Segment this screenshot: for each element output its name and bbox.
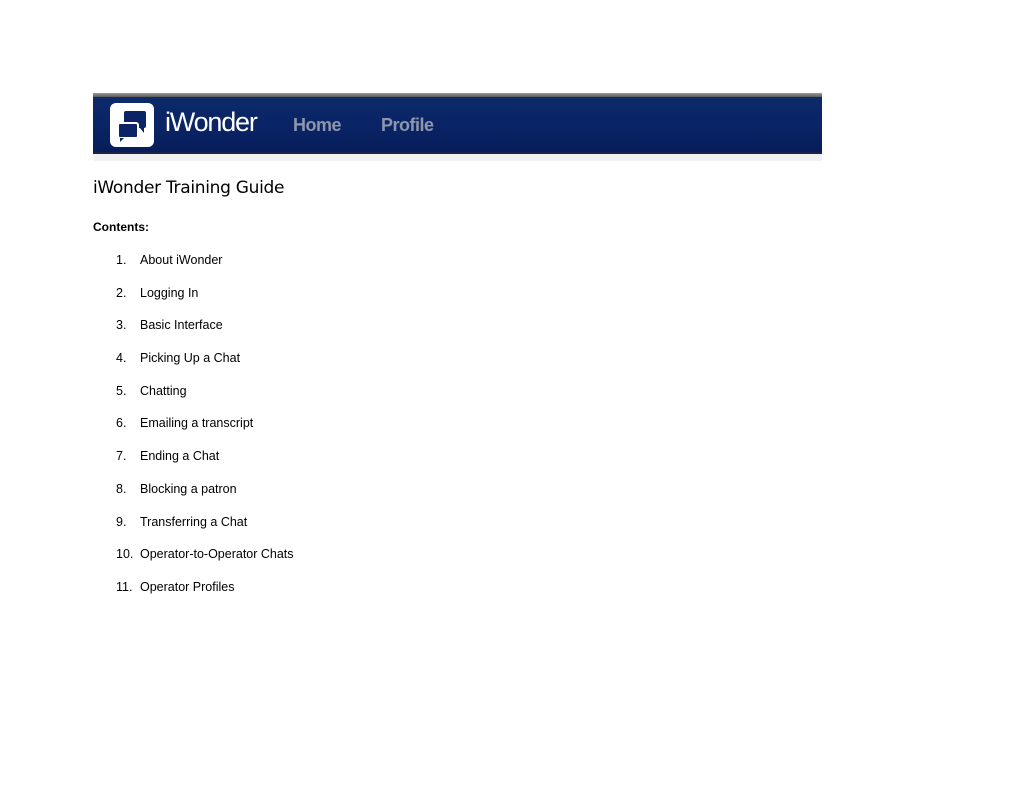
toc-number: 8. (116, 481, 127, 496)
toc-number: 11. (116, 579, 133, 594)
toc-item: 2. Logging In (116, 286, 294, 319)
toc-label[interactable]: Picking Up a Chat (140, 351, 240, 384)
toc-label[interactable]: Operator Profiles (140, 580, 234, 613)
toc-item: 9. Transferring a Chat (116, 515, 294, 548)
brand-name: iWonder (165, 107, 258, 137)
toc-number: 3. (116, 318, 127, 333)
toc-number: 2. (116, 285, 127, 300)
banner-shadow (93, 154, 822, 161)
toc-number: 5. (116, 383, 127, 398)
toc-label[interactable]: Logging In (140, 286, 198, 319)
toc-item: 3. Basic Interface (116, 318, 294, 351)
iwonder-banner-image: iWonder Home Profile (93, 93, 822, 161)
toc-number: 10. (116, 547, 134, 562)
toc-label[interactable]: Basic Interface (140, 318, 223, 351)
toc-item: 5. Chatting (116, 384, 294, 417)
toc-number: 6. (116, 416, 127, 431)
contents-heading: Contents: (93, 220, 149, 234)
toc-label[interactable]: Ending a Chat (140, 449, 219, 482)
nav-profile[interactable]: Profile (381, 115, 434, 136)
table-of-contents: 1. About iWonder 2. Logging In 3. Basic Int… (116, 253, 294, 613)
toc-number: 7. (116, 449, 127, 464)
nav-home[interactable]: Home (293, 115, 342, 136)
toc-label[interactable]: About iWonder (140, 253, 222, 286)
toc-label[interactable]: Blocking a patron (140, 482, 237, 515)
chat-bubbles-logo-icon (110, 103, 154, 147)
toc-label[interactable]: Operator-to-Operator Chats (140, 547, 294, 580)
toc-item: 11. Operator Profiles (116, 580, 294, 613)
toc-item: 6. Emailing a transcript (116, 416, 294, 449)
toc-item: 10. Operator-to-Operator Chats (116, 547, 294, 580)
toc-item: 7. Ending a Chat (116, 449, 294, 482)
toc-item: 1. About iWonder (116, 253, 294, 286)
toc-label[interactable]: Chatting (140, 384, 187, 417)
toc-number: 9. (116, 514, 127, 529)
toc-number: 4. (116, 351, 127, 366)
toc-number: 1. (116, 253, 127, 267)
toc-label[interactable]: Transferring a Chat (140, 515, 247, 548)
banner-navbar: iWonder Home Profile (93, 97, 822, 154)
toc-item: 8. Blocking a patron (116, 482, 294, 515)
document-title: iWonder Training Guide (93, 178, 285, 198)
toc-label[interactable]: Emailing a transcript (140, 416, 253, 449)
toc-item: 4. Picking Up a Chat (116, 351, 294, 384)
